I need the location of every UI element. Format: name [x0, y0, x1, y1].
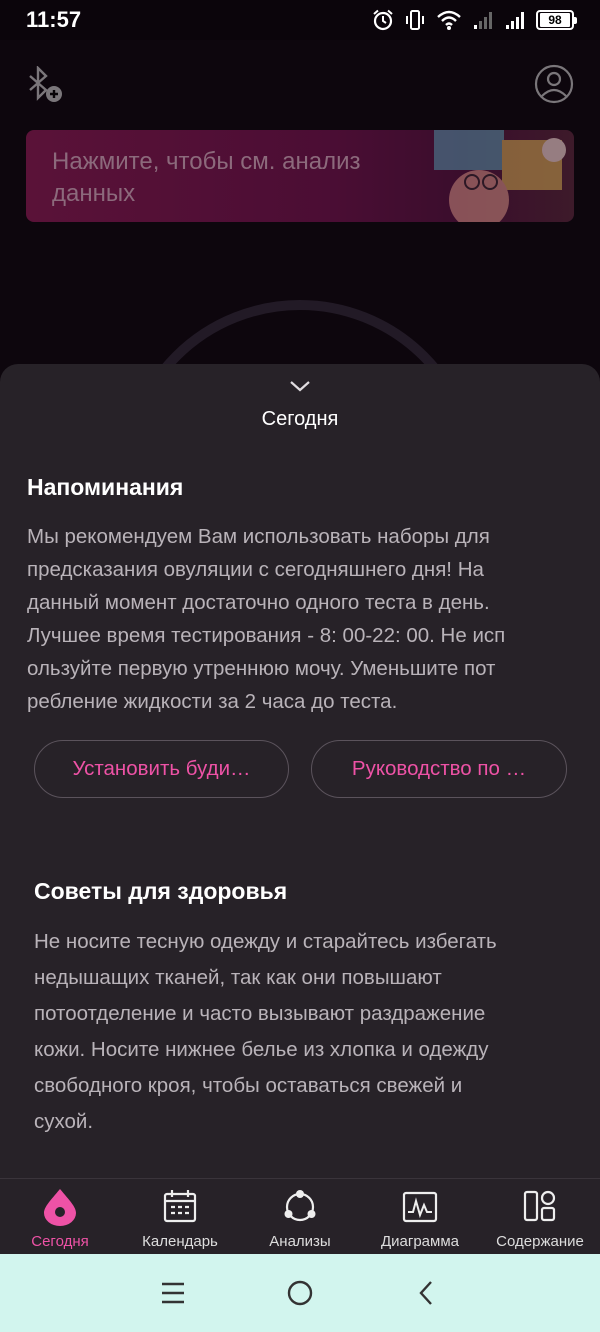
- vibrate-icon: [406, 10, 424, 30]
- signal-weak-icon: [474, 12, 492, 29]
- back-icon[interactable]: [413, 1279, 441, 1307]
- menu-icon[interactable]: [159, 1279, 187, 1307]
- chevron-down-icon[interactable]: [288, 378, 312, 394]
- guide-button[interactable]: Руководство по …: [311, 740, 567, 798]
- nav-item-chart[interactable]: Диаграмма: [360, 1179, 480, 1254]
- nav-label-analysis: Анализы: [269, 1233, 331, 1250]
- sheet-title: Сегодня: [261, 408, 339, 430]
- status-icons: 98: [372, 9, 577, 31]
- today-drop-icon: [44, 1189, 76, 1226]
- bluetooth-add-icon[interactable]: [24, 66, 66, 106]
- nav-label-chart: Диаграмма: [380, 1233, 459, 1250]
- health-tips-body: Не носите тесную одежду и старайтесь изб…: [34, 930, 497, 1133]
- nav-label-today: Сегодня: [31, 1233, 89, 1250]
- nav-item-content[interactable]: Содержание: [480, 1179, 600, 1254]
- nav-item-calendar[interactable]: Календарь: [120, 1179, 240, 1254]
- reminders-heading: Напоминания: [27, 474, 184, 500]
- today-sheet: Сегодня Напоминания Мы рекомендуем Вам и…: [0, 364, 600, 1178]
- status-bar: 11:57 98: [0, 0, 600, 40]
- banner-text: Нажмите, чтобы см. анализ данных: [52, 148, 361, 207]
- system-nav-bar: [0, 1254, 600, 1332]
- calendar-icon: [163, 1190, 197, 1223]
- reminders-body: Мы рекомендуем Вам использовать наборы д…: [27, 525, 506, 713]
- battery-indicator: 98: [536, 10, 577, 30]
- nav-label-calendar: Календарь: [142, 1233, 218, 1250]
- alarm-icon: [373, 9, 393, 31]
- nav-item-today[interactable]: Сегодня: [0, 1179, 120, 1254]
- bottom-nav: Сегодня Календарь Анализы Диаграмма Соде…: [0, 1178, 600, 1254]
- content-grid-icon: [523, 1190, 556, 1222]
- analysis-cycle-icon: [284, 1190, 316, 1222]
- status-time: 11:57: [26, 7, 82, 32]
- nav-item-analysis[interactable]: Анализы: [240, 1179, 360, 1254]
- chart-icon: [402, 1191, 438, 1223]
- health-tips-heading: Советы для здоровья: [34, 878, 288, 904]
- profile-icon[interactable]: [534, 64, 574, 104]
- banner-illustration: [434, 130, 566, 222]
- battery-level: 98: [540, 13, 570, 27]
- set-alarm-button[interactable]: Установить буди…: [34, 740, 289, 798]
- wifi-icon: [437, 10, 461, 30]
- analysis-banner[interactable]: Нажмите, чтобы см. анализ данных: [26, 130, 574, 222]
- signal-icon: [506, 12, 524, 29]
- nav-label-content: Содержание: [496, 1233, 584, 1250]
- home-icon[interactable]: [286, 1279, 314, 1307]
